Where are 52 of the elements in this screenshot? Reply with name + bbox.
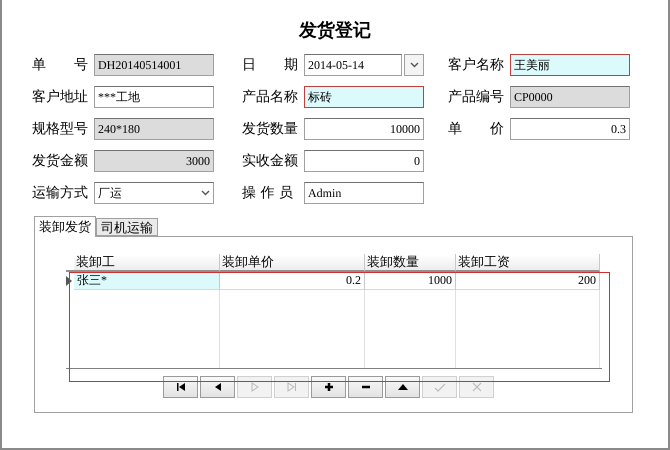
field-label: 规格型号 [32, 120, 89, 138]
caret-icon [410, 62, 418, 68]
input-field[interactable]: 10000 [304, 118, 424, 140]
input-field[interactable]: ***工地 [94, 86, 214, 108]
input-field[interactable]: Admin [304, 182, 424, 204]
up-triangle-icon [396, 382, 408, 392]
table-cell: 张三* [74, 272, 220, 290]
field-label: 产品名称 [242, 88, 299, 106]
column-header[interactable]: 装卸工资 [456, 254, 600, 272]
navigator-button[interactable] [348, 376, 383, 398]
field-label: 单 号 [32, 56, 89, 74]
field-label: 日 期 [242, 56, 299, 74]
column-header[interactable]: 装卸数量 [365, 254, 456, 272]
column-header[interactable]: 装卸工 [74, 254, 220, 272]
input-field[interactable]: 240*180 [94, 118, 214, 140]
date-field[interactable]: 2014-05-14 [304, 54, 402, 76]
navigator-button[interactable] [163, 376, 198, 398]
tab[interactable]: 司机运输 [96, 218, 158, 236]
navigator-button[interactable] [311, 376, 346, 398]
column-header[interactable]: 装卸单价 [220, 254, 365, 272]
plus-icon [322, 382, 334, 392]
field-label: 操 作 员 [242, 184, 294, 202]
caret-icon [201, 190, 210, 196]
input-field[interactable]: CP0000 [510, 86, 630, 108]
last-record-icon [286, 382, 298, 392]
field-label: 实收金额 [242, 152, 299, 170]
tab[interactable]: 装卸发货 [34, 216, 96, 237]
input-field[interactable]: 标砖 [304, 86, 424, 108]
field-label: 发货数量 [242, 120, 299, 138]
field-label: 运输方式 [32, 184, 89, 202]
field-label: 发货金额 [32, 152, 89, 170]
check-icon [434, 382, 446, 392]
table-cell: 200 [456, 272, 600, 290]
input-field[interactable]: 0.3 [510, 118, 630, 140]
input-field[interactable]: DH20140514001 [94, 54, 214, 76]
field-label: 客户地址 [32, 88, 89, 106]
table-cell: 0.2 [220, 272, 365, 290]
form-title: 发货登记 [298, 19, 372, 42]
cross-icon [470, 382, 482, 392]
right-triangle-icon [248, 382, 260, 392]
field-label: 客户名称 [448, 56, 505, 74]
date-dropdown-button[interactable] [404, 54, 424, 76]
first-record-icon [174, 382, 186, 392]
dropdown-field[interactable]: 厂运 [94, 182, 214, 204]
input-field[interactable]: 3000 [94, 150, 214, 172]
input-field[interactable]: 0 [304, 150, 424, 172]
table-cell: 1000 [365, 272, 456, 290]
field-label: 单 价 [448, 120, 505, 138]
navigator-button[interactable] [200, 376, 235, 398]
input-field[interactable]: 王美丽 [510, 54, 630, 76]
navigator-button[interactable] [385, 376, 420, 398]
field-label: 产品编号 [448, 88, 505, 106]
